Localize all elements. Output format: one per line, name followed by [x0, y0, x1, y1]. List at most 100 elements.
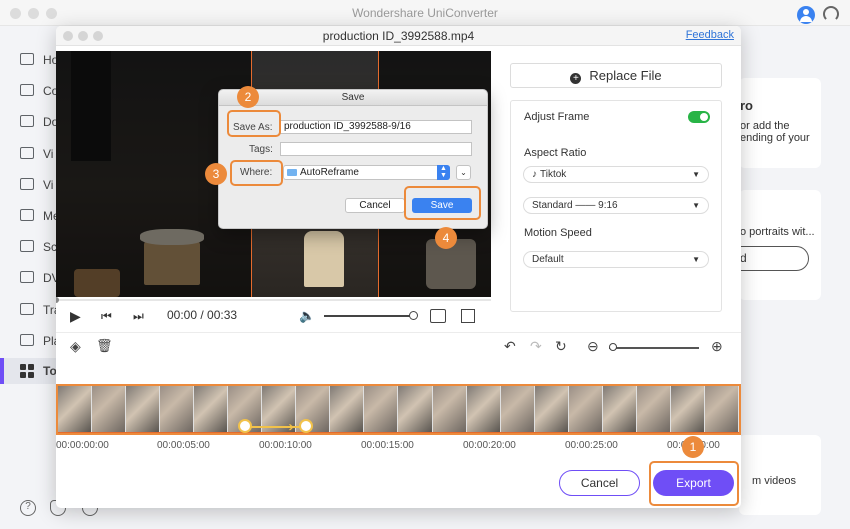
refresh-icon[interactable]: ↻ [555, 338, 567, 354]
tool-card-videos[interactable]: m videos [739, 435, 821, 515]
highlight-where [230, 160, 283, 186]
volume-slider[interactable] [324, 315, 414, 317]
user-account-icon[interactable] [797, 6, 815, 24]
volume-slider-knob[interactable] [409, 311, 418, 320]
next-frame-icon[interactable]: ⏭ [133, 307, 144, 325]
tags-label: Tags: [249, 144, 273, 155]
tool-card-auto-reframe[interactable]: ro or add the ending of your [739, 78, 821, 168]
sidebar-item-toolbox[interactable]: To [0, 358, 57, 384]
player-icon [20, 334, 34, 346]
ruler-tick: 00:00:10:00 [259, 440, 312, 451]
editor-cancel-button[interactable]: Cancel [559, 470, 640, 496]
screen-recorder-icon [20, 240, 34, 252]
adjust-frame-toggle[interactable] [688, 111, 710, 123]
sidebar-item-downloader[interactable]: Do [0, 109, 58, 135]
chevron-updown-icon: ▲ ▼ [437, 165, 450, 180]
sidebar-item-converter[interactable]: Co [0, 78, 58, 104]
sidebar-item-home[interactable]: Ho [0, 47, 58, 73]
chevron-down-icon: ▼ [692, 170, 700, 179]
save-dialog-title: Save [341, 92, 365, 103]
ratio-select-value: Standard —— 9:16 [532, 200, 618, 211]
replace-file-button[interactable]: + Replace File [510, 63, 722, 88]
highlight-save-as [227, 110, 281, 137]
step-badge-3: 3 [205, 163, 227, 185]
home-icon [20, 53, 34, 65]
ruler-tick: 00:00:00:00 [56, 440, 109, 451]
sidebar-item-dvd-burner[interactable]: DV [0, 265, 60, 291]
tool-card-title: ro [740, 98, 753, 113]
feedback-link[interactable]: Feedback [686, 29, 734, 41]
save-dialog-titlebar: Save [219, 90, 487, 106]
redo-icon[interactable]: ↷ [530, 338, 542, 354]
editor-title: production ID_3992588.mp4 [322, 29, 475, 43]
delete-icon[interactable]: 🗑 [96, 338, 113, 354]
plus-icon: + [570, 73, 582, 84]
zoom-in-icon[interactable]: ⊕ [711, 338, 723, 354]
highlight-timeline [56, 384, 741, 435]
sidebar-item-screen-recorder[interactable]: Sc [0, 234, 57, 260]
support-headset-icon[interactable] [823, 6, 839, 22]
ruler-tick: 00:00:20:00 [463, 440, 516, 451]
tool-card-portrait[interactable]: o portraits wit... d [729, 190, 821, 300]
toolbox-icon [20, 364, 34, 378]
help-icon[interactable]: ? [20, 500, 36, 516]
sidebar-item-label: Vi [43, 147, 54, 161]
zoom-slider[interactable] [609, 347, 699, 349]
motion-speed-label: Motion Speed [524, 227, 592, 239]
playback-progress-knob[interactable] [56, 297, 59, 303]
expand-browser-button[interactable]: ⌄ [456, 165, 471, 180]
keyframe-icon[interactable]: ◈ [70, 338, 81, 354]
aspect-ratio-label: Aspect Ratio [524, 147, 587, 159]
sidebar-item-video-editor[interactable]: Vi [0, 172, 56, 198]
tiktok-icon: ♪ [532, 169, 537, 180]
timeline-toolbar: ◈ 🗑 ↶ ↷ ↻ ⊖ ⊕ [56, 332, 741, 360]
replace-file-label: Replace File [589, 68, 662, 83]
play-icon[interactable]: ▶ [70, 307, 81, 325]
reframe-settings-panel: Adjust Frame Aspect Ratio ♪ Tiktok ▼ Stan… [510, 100, 722, 312]
merger-icon [20, 209, 34, 221]
sidebar-item-label: To [43, 364, 57, 378]
tool-card-desc: o portraits wit... [740, 226, 815, 238]
where-select-value: AutoReframe [300, 167, 359, 178]
tool-card-button[interactable]: d [729, 246, 809, 271]
step-badge-1: 1 [682, 436, 704, 458]
where-select[interactable]: AutoReframe ▲ ▼ [283, 165, 450, 180]
fullscreen-icon[interactable] [461, 309, 475, 323]
tool-card-desc-line: ending of your [740, 132, 810, 144]
active-indicator [0, 358, 4, 384]
volume-icon[interactable]: 🔈 [299, 307, 315, 325]
video-editor-icon [20, 178, 34, 190]
ruler-tick: 00:00:05:00 [157, 440, 210, 451]
converter-icon [20, 84, 34, 96]
zoom-out-icon[interactable]: ⊖ [587, 338, 599, 354]
video-compressor-icon [20, 147, 34, 159]
adjust-frame-label: Adjust Frame [524, 111, 590, 123]
motion-speed-value: Default [532, 254, 564, 265]
ruler-tick: 00:00:15:00 [361, 440, 414, 451]
platform-select[interactable]: ♪ Tiktok ▼ [523, 166, 709, 183]
downloader-icon [20, 115, 34, 127]
screenshot-icon[interactable] [430, 309, 446, 323]
ratio-select[interactable]: Standard —— 9:16 ▼ [523, 197, 709, 214]
sidebar-item-player[interactable]: Pla [0, 328, 60, 354]
step-badge-4: 4 [435, 227, 457, 249]
sidebar-item-video-compressor[interactable]: Vi [0, 141, 56, 167]
zoom-slider-knob[interactable] [609, 343, 617, 351]
save-as-field[interactable]: production ID_3992588-9/16 [280, 120, 472, 134]
playback-progress-bar[interactable] [56, 299, 491, 301]
folder-icon [287, 169, 297, 176]
motion-speed-select[interactable]: Default ▼ [523, 251, 709, 268]
app-titlebar: Wondershare UniConverter [0, 0, 850, 26]
tags-field[interactable] [280, 142, 472, 156]
undo-icon[interactable]: ↶ [504, 338, 516, 354]
tool-card-desc-line: or add the [740, 120, 790, 132]
highlight-export [649, 461, 739, 506]
sidebar-item-transfer[interactable]: Tra [0, 297, 61, 323]
sidebar-item-label: Vi [43, 178, 54, 192]
sidebar-item-merger[interactable]: Me [0, 203, 60, 229]
save-dialog-cancel-button[interactable]: Cancel [345, 198, 405, 213]
chevron-down-icon: ▼ [692, 201, 700, 210]
previous-frame-icon[interactable]: ⏮ [101, 307, 112, 325]
ruler-tick: 00:00:25:00 [565, 440, 618, 451]
step-badge-2: 2 [237, 86, 259, 108]
